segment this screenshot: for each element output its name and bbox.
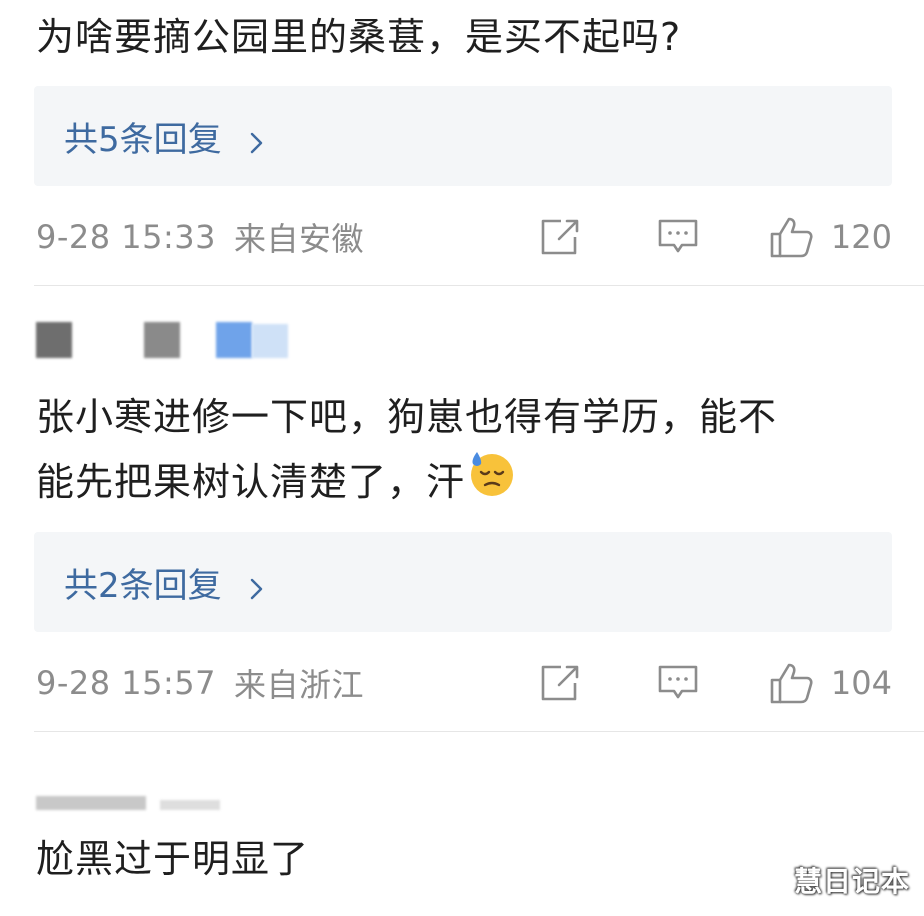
like-button[interactable]: 120: [769, 215, 892, 259]
thumbs-up-icon: [769, 215, 815, 259]
chevron-right-icon: [244, 124, 268, 154]
share-icon[interactable]: [539, 217, 581, 257]
comment-text: 尬黑过于明显了: [36, 828, 309, 890]
comment-meta: 9-28 15:57 来自浙江 104: [36, 658, 892, 708]
comment-text-line: 能先把果树认清楚了，汗: [36, 460, 466, 504]
view-replies-link[interactable]: 共2条回复: [64, 558, 268, 607]
chevron-right-icon: [244, 570, 268, 600]
reply-box: 共5条回复: [34, 86, 892, 186]
replies-count-label: 共2条回复: [64, 565, 222, 606]
comment-text: 为啥要摘公园里的桑葚，是买不起吗?: [36, 6, 681, 68]
timestamp: 9-28 15:57: [36, 664, 217, 702]
view-replies-link[interactable]: 共5条回复: [64, 112, 268, 161]
divider: [34, 731, 924, 732]
comment-text-line: 尬黑过于明显了: [36, 837, 310, 881]
like-button[interactable]: 104: [769, 661, 892, 705]
comment-text-line-2: 能先把果树认清楚了，汗: [36, 448, 777, 516]
like-count: 120: [830, 218, 892, 256]
timestamp: 9-28 15:33: [36, 218, 217, 256]
divider: [34, 285, 924, 286]
share-icon[interactable]: [539, 663, 581, 703]
comment-icon[interactable]: [657, 663, 699, 703]
like-count: 104: [830, 664, 892, 702]
thumbs-up-icon: [769, 661, 815, 705]
reply-box: 共2条回复: [34, 532, 892, 632]
comment-text-line: 为啥要摘公园里的桑葚，是买不起吗?: [36, 15, 682, 59]
comment-text-line: 张小寒进修一下吧，狗崽也得有学历，能不: [36, 395, 778, 439]
downcast-sweat-emoji: [467, 448, 517, 516]
comment-icon[interactable]: [657, 217, 699, 257]
location: 来自安徽: [234, 220, 365, 258]
location: 来自浙江: [234, 666, 365, 704]
watermark: 慧日记本: [793, 865, 910, 898]
comment-text: 张小寒进修一下吧，狗崽也得有学历，能不 能先把果树认清楚了，汗: [36, 386, 777, 516]
replies-count-label: 共5条回复: [64, 119, 222, 160]
comment-actions: 120: [539, 212, 892, 262]
comment-actions: 104: [539, 658, 892, 708]
comment-meta: 9-28 15:33 来自安徽 120: [36, 212, 892, 262]
